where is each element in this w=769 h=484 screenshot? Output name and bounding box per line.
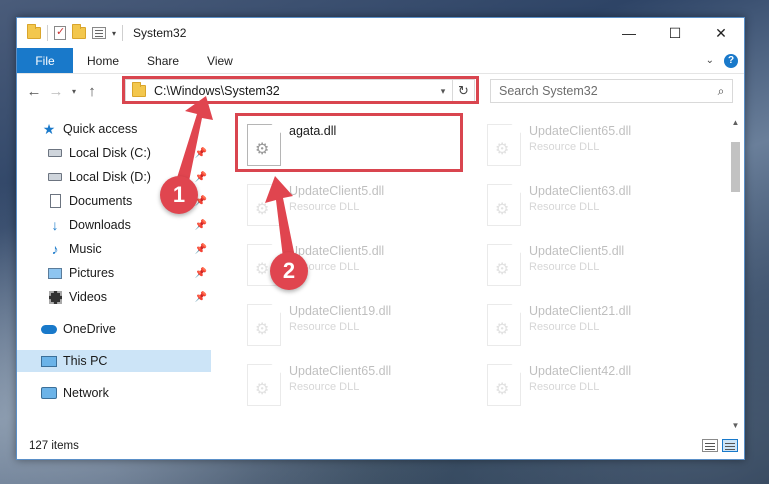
step-badge-1: 1 [160,176,198,214]
step-badge-2: 2 [270,252,308,290]
annotation-arrows [176,96,296,266]
arrow-1 [176,96,213,186]
